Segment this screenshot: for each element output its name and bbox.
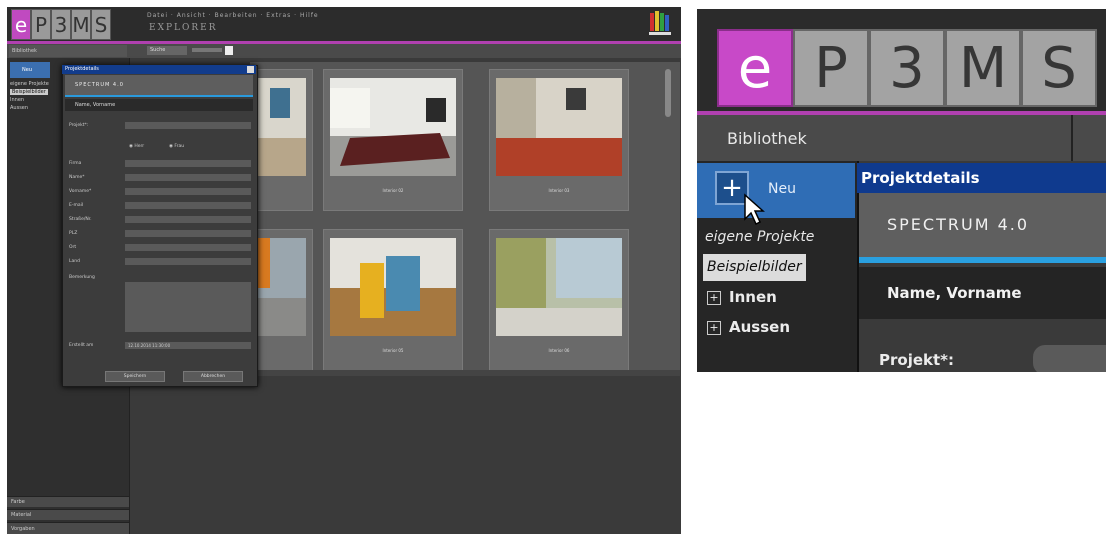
- menu-bar[interactable]: Datei · Ansicht · Bearbeiten · Extras · …: [147, 12, 319, 19]
- gallery-thumb[interactable]: Interior 06: [489, 229, 629, 371]
- thumbnail-image: [330, 238, 456, 336]
- field-label: Projekt*:: [69, 123, 89, 128]
- save-button[interactable]: Speichern: [105, 371, 165, 382]
- new-button-label: Neu: [768, 181, 796, 197]
- field-label: Land: [69, 259, 80, 264]
- zoom-slider[interactable]: [192, 48, 222, 52]
- logo-s: S: [91, 9, 111, 40]
- company-field[interactable]: [125, 160, 251, 167]
- brand-logo-icon: [649, 11, 671, 35]
- tree-label: Innen: [729, 288, 777, 306]
- app-screenshot: e P 3 M S Datei · Ansicht · Bearbeiten ·…: [7, 7, 681, 534]
- mouse-cursor-icon: [744, 193, 765, 226]
- radio-frau[interactable]: ◉ Frau: [169, 144, 184, 149]
- sidebar-tree-aussen[interactable]: + Aussen: [707, 318, 790, 336]
- sidebar-tab-material[interactable]: Material: [7, 509, 129, 520]
- logo-e: e: [11, 9, 31, 40]
- sidebar-item-own-projects-small[interactable]: eigene Projekte: [10, 81, 49, 87]
- field-label: Ort: [69, 245, 77, 250]
- project-input[interactable]: [1033, 345, 1106, 372]
- thumbnail-caption: Interior 05: [382, 348, 404, 353]
- country-field[interactable]: [125, 258, 251, 265]
- street-field[interactable]: [125, 216, 251, 223]
- dialog-product-small: SPECTRUM 4.0: [65, 75, 253, 95]
- field-label: Straße/Nr.: [69, 217, 92, 222]
- toolbar-divider: [1071, 115, 1073, 161]
- library-tab-small[interactable]: Bibliothek: [9, 45, 127, 57]
- field-label: PLZ: [69, 231, 78, 236]
- expand-icon[interactable]: +: [707, 320, 721, 335]
- field-label: E-mail: [69, 203, 84, 208]
- sidebar-tree-innen[interactable]: + Innen: [707, 288, 777, 306]
- dialog-section-small: Name, Vorname: [65, 99, 253, 111]
- zoom-detail: e P 3 M S Bibliothek + Neu eigene Projek…: [697, 9, 1106, 372]
- radio-label: Frau: [174, 144, 185, 149]
- logo-m: M: [71, 9, 91, 40]
- cancel-button[interactable]: Abbrechen: [183, 371, 243, 382]
- logo-e-zoom: e: [717, 29, 793, 107]
- email-field[interactable]: [125, 202, 251, 209]
- thumbnail-caption: Interior 03: [548, 188, 570, 193]
- project-field-small[interactable]: [125, 122, 251, 129]
- sidebar-tree-innen-small[interactable]: Innen: [10, 97, 24, 103]
- project-dialog-small: [62, 65, 258, 387]
- thumbnail-image: [330, 78, 456, 176]
- zip-field[interactable]: [125, 230, 251, 237]
- firstname-field[interactable]: [125, 188, 251, 195]
- radio-herr[interactable]: ◉ Herr: [129, 144, 144, 149]
- sidebar-tab-color[interactable]: Farbe: [7, 496, 129, 507]
- library-tab[interactable]: Bibliothek: [727, 129, 807, 148]
- logo-3-zoom: 3: [869, 29, 945, 107]
- field-label: Bemerkung: [69, 275, 95, 280]
- field-label: Vorname*: [69, 189, 92, 194]
- gallery-thumb[interactable]: Interior 02: [323, 69, 463, 211]
- field-label: Name*: [69, 175, 85, 180]
- radio-label: Herr: [134, 144, 145, 149]
- dialog-accent-bar: [859, 257, 1106, 263]
- thumbnail-caption: Interior 06: [548, 348, 570, 353]
- expand-icon[interactable]: +: [707, 290, 721, 305]
- dialog-title: Projektdetails: [857, 163, 1106, 193]
- name-field[interactable]: [125, 174, 251, 181]
- sidebar-tree-aussen-small[interactable]: Aussen: [10, 105, 28, 111]
- project-field-label: Projekt*:: [879, 351, 954, 369]
- dialog-accent-bar: [65, 95, 253, 97]
- gallery-thumb[interactable]: Interior 05: [323, 229, 463, 371]
- logo-p-zoom: P: [793, 29, 869, 107]
- gallery-footer: [250, 370, 680, 376]
- dialog-section-header: Name, Vorname: [859, 267, 1106, 319]
- city-field[interactable]: [125, 244, 251, 251]
- sidebar-tab-presets[interactable]: Vorgaben: [7, 522, 129, 534]
- dialog-title-small: Projektdetails: [62, 65, 256, 74]
- sidebar-item-samples[interactable]: Beispielbilder: [703, 254, 806, 281]
- logo-3: 3: [51, 9, 71, 40]
- thumbnail-image: [496, 238, 622, 336]
- gallery-thumb[interactable]: Interior 03: [489, 69, 629, 211]
- new-button-small[interactable]: Neu: [10, 62, 50, 78]
- sidebar-item-own-projects[interactable]: eigene Projekte: [705, 229, 814, 245]
- thumbnail-image: [496, 78, 622, 176]
- dialog-product: SPECTRUM 4.0: [859, 193, 1106, 257]
- logo-s-zoom: S: [1021, 29, 1097, 107]
- tree-label: Aussen: [729, 318, 790, 336]
- search-input-small[interactable]: Suche: [147, 46, 187, 55]
- field-label: Erstellt am: [69, 343, 94, 348]
- thumbnail-caption: Interior 02: [382, 188, 404, 193]
- created-date-field: 12.10.2014 11:30:00: [125, 342, 251, 349]
- sidebar-item-samples-small[interactable]: Beispielbilder: [10, 89, 48, 95]
- logo-p: P: [31, 9, 51, 40]
- logo-m-zoom: M: [945, 29, 1021, 107]
- notes-textarea[interactable]: [125, 282, 251, 332]
- close-icon[interactable]: [247, 66, 254, 73]
- app-subtitle: EXPLORER: [149, 23, 218, 33]
- gallery-scrollbar[interactable]: [665, 69, 671, 117]
- field-label: Firma: [69, 161, 82, 166]
- view-toggle-icon[interactable]: [225, 46, 233, 55]
